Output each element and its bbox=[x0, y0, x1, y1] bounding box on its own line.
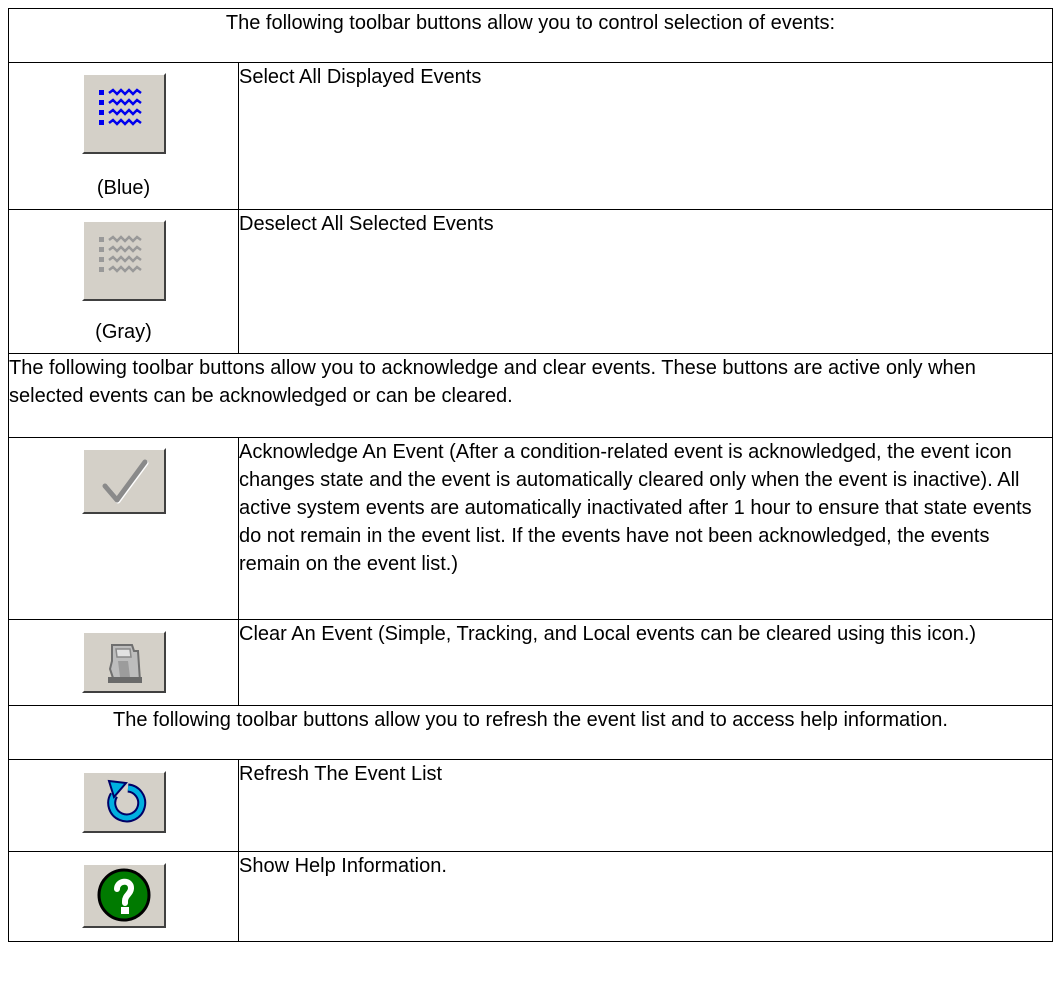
eraser-icon bbox=[107, 644, 142, 683]
select-all-list-icon bbox=[98, 88, 142, 126]
deselect-all-caption: (Gray) bbox=[95, 321, 152, 343]
help-question-icon bbox=[97, 868, 150, 922]
select-all-button[interactable] bbox=[81, 73, 166, 154]
acknowledge-description: Acknowledge An Event (After a condition-… bbox=[238, 437, 1053, 620]
help-button[interactable] bbox=[81, 863, 166, 928]
toolbar-buttons-table: The following toolbar buttons allow you … bbox=[8, 8, 1053, 942]
select-all-caption: (Blue) bbox=[96, 177, 151, 199]
icon-cell bbox=[8, 619, 239, 706]
table-row: (Blue) Select All Displayed Events bbox=[8, 62, 1053, 210]
refresh-icon bbox=[106, 779, 146, 823]
clear-description: Clear An Event (Simple, Tracking, and Lo… bbox=[238, 619, 1053, 706]
help-description: Show Help Information. bbox=[238, 851, 1053, 942]
table-row: (Gray) Deselect All Selected Events bbox=[8, 209, 1053, 354]
icon-cell bbox=[8, 851, 239, 942]
section-header-row: The following toolbar buttons allow you … bbox=[8, 705, 1053, 760]
table-row: Clear An Event (Simple, Tracking, and Lo… bbox=[8, 619, 1053, 706]
checkmark-icon bbox=[102, 459, 148, 504]
refresh-section-header: The following toolbar buttons allow you … bbox=[8, 705, 1053, 760]
acknowledge-section-header: The following toolbar buttons allow you … bbox=[8, 353, 1053, 438]
icon-cell: (Gray) bbox=[8, 209, 239, 354]
icon-cell bbox=[8, 437, 239, 620]
icon-cell: (Blue) bbox=[8, 62, 239, 210]
selection-section-header: The following toolbar buttons allow you … bbox=[8, 8, 1053, 63]
refresh-description: Refresh The Event List bbox=[238, 759, 1053, 852]
select-all-description: Select All Displayed Events bbox=[238, 62, 1053, 210]
deselect-all-list-icon bbox=[98, 235, 142, 273]
table-row: Show Help Information. bbox=[8, 851, 1053, 942]
section-header-row: The following toolbar buttons allow you … bbox=[8, 353, 1053, 438]
clear-button[interactable] bbox=[81, 631, 166, 693]
refresh-button[interactable] bbox=[81, 771, 166, 833]
deselect-all-description: Deselect All Selected Events bbox=[238, 209, 1053, 354]
deselect-all-button[interactable] bbox=[81, 220, 166, 301]
icon-cell bbox=[8, 759, 239, 852]
table-row: Refresh The Event List bbox=[8, 759, 1053, 852]
table-row: Acknowledge An Event (After a condition-… bbox=[8, 437, 1053, 620]
section-header-row: The following toolbar buttons allow you … bbox=[8, 8, 1053, 63]
acknowledge-button[interactable] bbox=[81, 448, 166, 514]
